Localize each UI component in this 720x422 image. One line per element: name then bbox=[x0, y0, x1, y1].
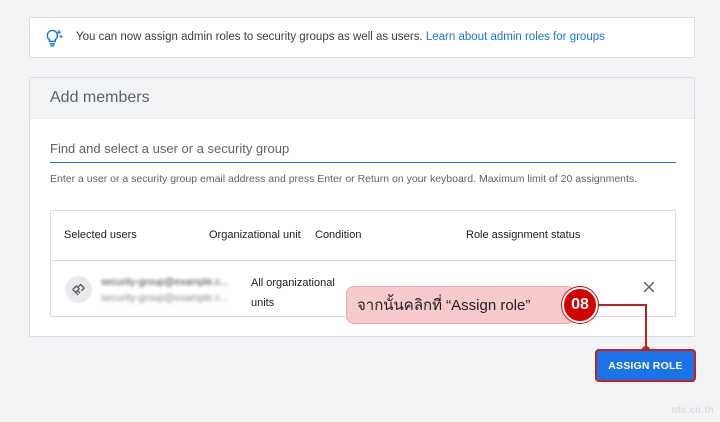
col-role-status: Role assignment status bbox=[466, 229, 581, 241]
banner-message: You can now assign admin roles to securi… bbox=[76, 31, 605, 43]
avatar bbox=[65, 276, 92, 303]
close-icon[interactable] bbox=[640, 278, 658, 296]
tutorial-callout: จากนั้นคลิกที่ “Assign role” bbox=[346, 286, 575, 324]
callout-connector bbox=[598, 304, 646, 306]
card-header: Add members bbox=[30, 78, 694, 119]
info-banner: You can now assign admin roles to securi… bbox=[29, 17, 695, 58]
search-hint: Enter a user or a security group email a… bbox=[50, 173, 638, 185]
step-badge: 08 bbox=[562, 287, 598, 323]
callout-connector-vertical bbox=[645, 304, 647, 350]
banner-text: You can now assign admin roles to securi… bbox=[76, 31, 426, 43]
assign-role-button[interactable]: ASSIGN ROLE bbox=[597, 351, 694, 380]
watermark: nts.co.th bbox=[671, 405, 714, 416]
group-icon bbox=[72, 283, 85, 296]
lightbulb-icon bbox=[46, 29, 63, 47]
member-org-unit: All organizational units bbox=[251, 277, 335, 309]
member-email: security-group@example.c... bbox=[101, 293, 229, 304]
col-org-unit: Organizational unit bbox=[209, 229, 301, 241]
col-condition: Condition bbox=[315, 229, 362, 241]
learn-more-link[interactable]: Learn about admin roles for groups bbox=[426, 31, 605, 43]
member-name: security-group@example.c... bbox=[101, 277, 229, 288]
col-selected-users: Selected users bbox=[64, 229, 137, 241]
table-header: Selected users Organizational unit Condi… bbox=[51, 211, 675, 261]
member-search-input[interactable] bbox=[50, 134, 676, 163]
card-title: Add members bbox=[50, 89, 150, 106]
